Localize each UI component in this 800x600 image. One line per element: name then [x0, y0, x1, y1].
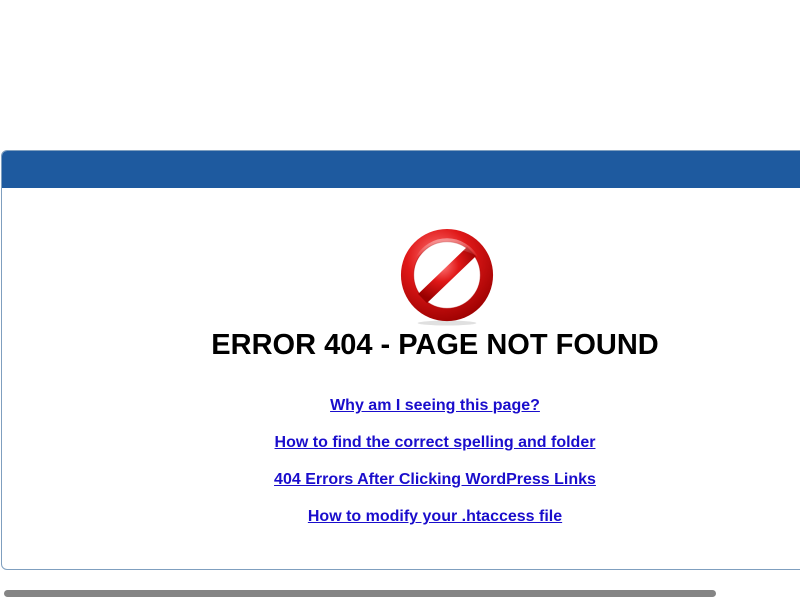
help-links: Why am I seeing this page? How to find t…: [2, 397, 800, 545]
error-card: ERROR 404 - PAGE NOT FOUND Why am I seei…: [1, 150, 800, 570]
link-why-seeing-page[interactable]: Why am I seeing this page?: [2, 397, 800, 415]
no-entry-icon: [400, 228, 494, 326]
link-modify-htaccess[interactable]: How to modify your .htaccess file: [2, 508, 800, 526]
card-header-bar: [2, 151, 800, 188]
link-find-spelling-folder[interactable]: How to find the correct spelling and fol…: [2, 434, 800, 452]
horizontal-scrollbar[interactable]: [0, 588, 800, 600]
page-title: ERROR 404 - PAGE NOT FOUND: [211, 329, 659, 361]
scrollbar-thumb[interactable]: [4, 590, 716, 597]
link-wordpress-404[interactable]: 404 Errors After Clicking WordPress Link…: [2, 471, 800, 489]
